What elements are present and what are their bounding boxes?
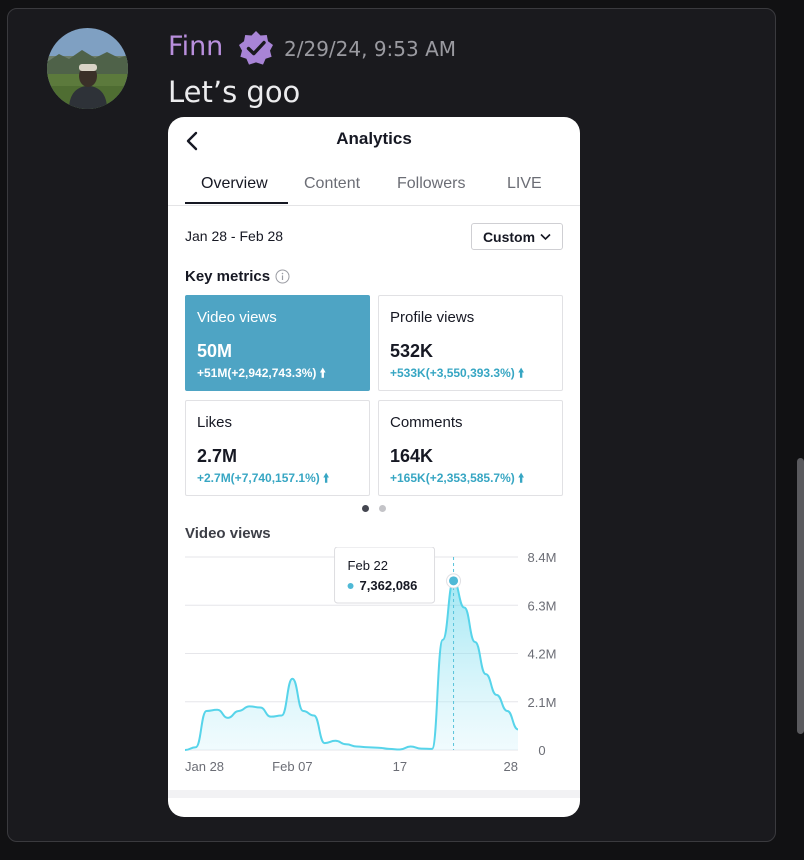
x-tick-label: Feb 07	[272, 759, 312, 774]
message-text: Let’s goo	[168, 75, 301, 109]
date-range: Jan 28 - Feb 28	[185, 228, 284, 244]
up-arrow-icon: 🠙	[518, 471, 525, 485]
page-dot-active[interactable]	[362, 505, 369, 512]
tooltip-point	[449, 576, 459, 586]
metric-value: 50M	[197, 341, 233, 361]
key-metrics-label: Key metrics	[185, 268, 271, 285]
metric-value: 532K	[390, 341, 434, 361]
tab-divider	[168, 205, 580, 206]
metric-card-comments[interactable]: Comments 164K +165K(+2,353,585.7%) 🠙	[378, 400, 563, 496]
info-icon[interactable]	[275, 269, 290, 284]
page-dot[interactable]	[379, 505, 386, 512]
x-tick-label: Jan 28	[185, 759, 224, 774]
up-arrow-icon: 🠙	[319, 366, 326, 380]
tab-live[interactable]: LIVE	[507, 175, 542, 193]
metric-value: 2.7M	[197, 446, 238, 466]
metric-change: +2.7M(+7,740,157.1%) 🠙	[197, 471, 330, 485]
tooltip-date: Feb 22	[348, 558, 388, 573]
metric-label: Likes	[197, 414, 233, 431]
metric-card-profile-views[interactable]: Profile views 532K +533K(+3,550,393.3%) …	[378, 295, 563, 391]
metric-change: +51M(+2,942,743.3%) 🠙	[197, 366, 326, 380]
analytics-screenshot[interactable]: Analytics Overview Content Followers LIV…	[168, 117, 580, 817]
scrollbar[interactable]	[797, 458, 804, 734]
analytics-title: Analytics	[336, 129, 412, 148]
y-tick-label: 0	[538, 743, 545, 758]
avatar[interactable]	[47, 28, 128, 109]
y-tick-label: 8.4M	[528, 550, 557, 565]
tab-followers[interactable]: Followers	[397, 175, 465, 193]
custom-range-label: Custom	[482, 228, 536, 245]
verified-badge-icon	[237, 29, 275, 67]
x-tick-label: 17	[393, 759, 407, 774]
metric-change: +165K(+2,353,585.7%) 🠙	[390, 471, 525, 485]
area-fill	[185, 580, 518, 750]
metric-card-likes[interactable]: Likes 2.7M +2.7M(+7,740,157.1%) 🠙	[185, 400, 370, 496]
chart-title: Video views	[185, 525, 271, 542]
active-tab-indicator	[185, 202, 288, 204]
y-tick-label: 4.2M	[528, 647, 557, 662]
metric-label: Comments	[390, 414, 463, 431]
username[interactable]: Finn	[168, 30, 223, 64]
chevron-down-icon	[540, 233, 551, 240]
tooltip-box	[334, 547, 436, 604]
up-arrow-icon: 🠙	[323, 471, 330, 485]
custom-range-button[interactable]: Custom	[471, 223, 563, 250]
up-arrow-icon: 🠙	[518, 366, 525, 380]
tab-overview[interactable]: Overview	[201, 175, 268, 193]
y-tick-label: 6.3M	[528, 598, 557, 613]
y-tick-label: 2.1M	[528, 695, 557, 710]
metric-card-video-views[interactable]: Video views 50M +51M(+2,942,743.3%) 🠙	[185, 295, 370, 391]
metric-label: Profile views	[390, 309, 475, 326]
metric-change: +533K(+3,550,393.3%) 🠙	[390, 366, 525, 380]
bottom-divider	[168, 790, 580, 817]
x-tick-label: 28	[504, 759, 518, 774]
tooltip-dot	[347, 583, 354, 589]
metric-value: 164K	[390, 446, 434, 466]
tab-content[interactable]: Content	[304, 175, 360, 193]
metric-label: Video views	[197, 309, 277, 326]
key-metrics-heading: Key metrics	[185, 268, 290, 285]
video-views-chart[interactable]: 0 2.1M 4.2M 6.3M 8.4M Jan 28 Feb 07 17 28 Feb 22 7…	[168, 547, 580, 790]
message-timestamp: 2/29/24, 9:53 AM	[284, 37, 457, 61]
tooltip-value: 7,362,086	[360, 578, 418, 593]
